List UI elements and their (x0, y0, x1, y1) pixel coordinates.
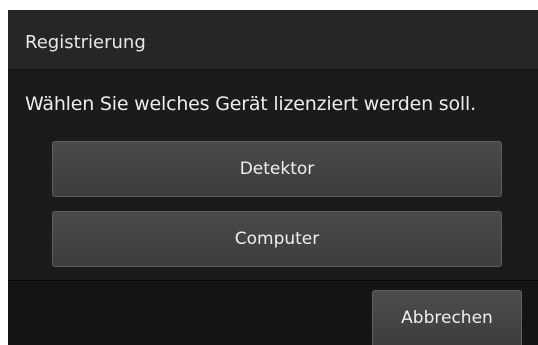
dialog-prompt: Wählen Sie welches Gerät lizenziert werd… (25, 93, 476, 115)
computer-button[interactable]: Computer (52, 211, 502, 267)
cancel-button[interactable]: Abbrechen (372, 290, 522, 345)
registration-dialog: Registrierung Wählen Sie welches Gerät l… (8, 10, 538, 345)
detektor-button[interactable]: Detektor (52, 141, 502, 197)
dialog-title-bar: Registrierung (8, 10, 538, 70)
dialog-title: Registrierung (25, 32, 146, 53)
